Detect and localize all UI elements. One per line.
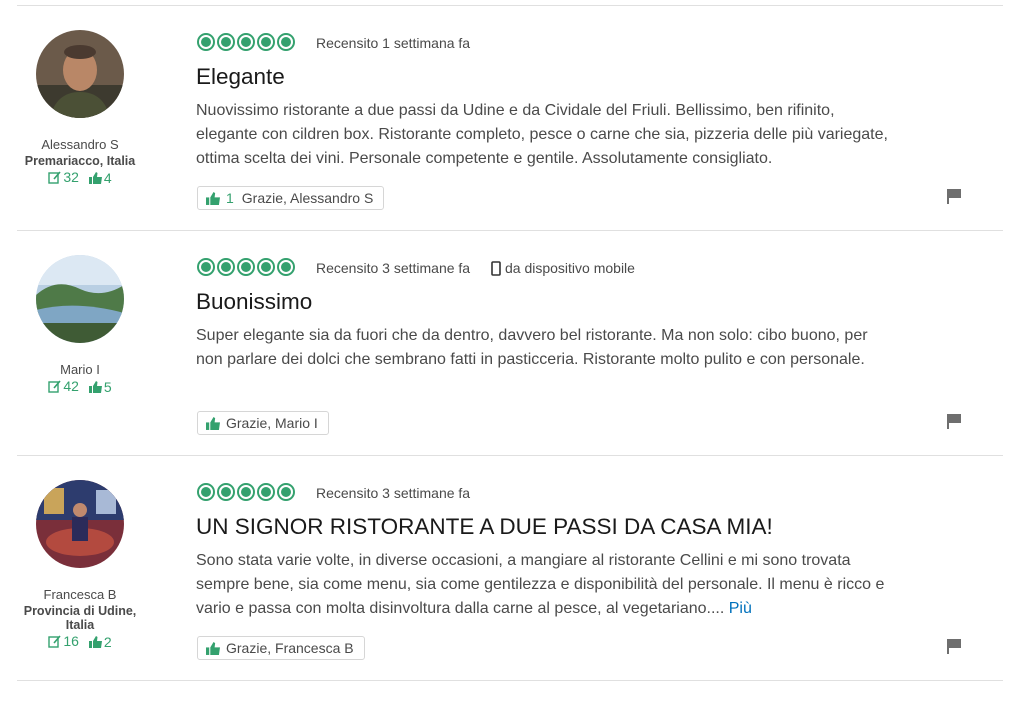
flag-icon[interactable] [946,638,962,654]
rating-bubble [237,483,255,501]
thumbs-up-icon [206,191,220,205]
vote-count: 5 [88,379,112,395]
thumbs-up-icon [88,172,102,184]
thumbs-up-icon [88,636,102,648]
mobile-device-note: da dispositivo mobile [491,260,635,276]
review-card: Mario I 42 5 Recensito 3 settimane fa da… [0,231,1024,455]
rating-bubble [217,483,235,501]
review-card: Francesca B Provincia di Udine, Italia 1… [0,456,1024,680]
user-stats: 16 2 [20,634,140,651]
review-text: Nuovissimo ristorante a due passi da Udi… [196,102,888,167]
review-count: 42 [48,379,79,394]
review-text-content: Sono stata varie volte, in diverse occas… [196,552,885,617]
rating-bubble [217,258,235,276]
user-location: Premariacco, Italia [24,154,136,168]
rating-bubble [197,483,215,501]
mobile-phone-icon [491,260,501,276]
vote-count: 2 [88,634,112,650]
vote-count: 4 [88,170,112,186]
review-title[interactable]: UN SIGNOR RISTORANTE A DUE PASSI DA CASA… [196,514,773,540]
thumbs-up-icon [206,641,220,655]
rating-bubble [257,483,275,501]
rating-bubble [237,258,255,276]
review-count: 32 [48,170,79,185]
rating-bubbles [197,33,295,51]
avatar[interactable] [36,480,124,568]
rating-bubble [277,258,295,276]
rating-bubble [277,33,295,51]
review-title[interactable]: Buonissimo [196,289,312,315]
user-info: Francesca B Provincia di Udine, Italia 1… [20,587,140,651]
review-text: Super elegante sia da fuori che da dentr… [196,327,868,368]
flag-icon[interactable] [946,188,962,204]
rating-bubble [257,33,275,51]
review-card: Alessandro S Premariacco, Italia 32 4 Re… [0,6,1024,230]
flag-icon[interactable] [946,413,962,429]
rating-bubble [197,258,215,276]
review-count-icon [48,635,61,648]
username[interactable]: Alessandro S [20,137,140,152]
rating-bubbles [197,258,295,276]
thanks-button[interactable]: Grazie, Mario I [197,411,329,435]
avatar[interactable] [36,30,124,118]
rating-bubble [257,258,275,276]
rating-bubble [237,33,255,51]
thanks-label: Grazie, Mario I [226,415,318,431]
rating-bubble [277,483,295,501]
user-stats: 32 4 [20,170,140,187]
user-stats: 42 5 [20,379,140,396]
review-text: Sono stata varie volte, in diverse occas… [196,549,896,621]
username[interactable]: Francesca B [20,587,140,602]
review-count: 16 [48,634,79,649]
thanks-button[interactable]: 1 Grazie, Alessandro S [197,186,385,210]
avatar[interactable] [36,255,124,343]
username[interactable]: Mario I [20,362,140,377]
device-label: da dispositivo mobile [505,260,635,276]
thanks-label: Grazie, Francesca B [226,640,354,656]
thumbs-up-icon [88,381,102,393]
review-count-icon [48,171,61,184]
rating-bubble [217,33,235,51]
review-title[interactable]: Elegante [196,64,285,90]
rating-bubbles [197,483,295,501]
thanks-button[interactable]: Grazie, Francesca B [197,636,365,660]
review-count-icon [48,380,61,393]
review-date: Recensito 3 settimane fa [316,260,471,276]
rating-bubble [197,33,215,51]
read-more-link[interactable]: Più [729,600,752,617]
thanks-count: 1 [226,190,234,206]
user-info: Mario I 42 5 [20,362,140,396]
review-date: Recensito 1 settimana fa [316,35,471,51]
review-date: Recensito 3 settimane fa [316,485,471,501]
user-info: Alessandro S Premariacco, Italia 32 4 [20,137,140,187]
divider [17,680,1003,681]
thumbs-up-icon [206,416,220,430]
user-location: Provincia di Udine, Italia [23,604,137,632]
thanks-label: Grazie, Alessandro S [241,190,374,206]
